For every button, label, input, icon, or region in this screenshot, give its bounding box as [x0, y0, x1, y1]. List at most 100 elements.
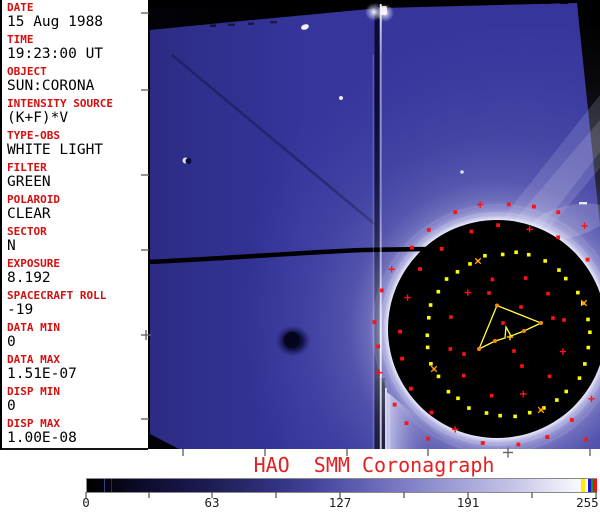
- field-label: TIME: [7, 33, 34, 46]
- yellow-ring-dot: [557, 268, 561, 272]
- field-label: TYPE-OBS: [7, 129, 60, 142]
- outer-red-ring-dot: [392, 402, 397, 407]
- inner-red-ring-dot: [546, 291, 550, 296]
- mid-red-ring-dot: [439, 246, 444, 251]
- yellow-ring-dot: [425, 345, 430, 350]
- field-value: 1.51E-07: [7, 366, 77, 382]
- mid-red-ring-dot: [496, 223, 501, 228]
- inner-red-ring-dot: [490, 277, 495, 282]
- field-value: 0: [7, 334, 16, 350]
- field-label: POLAROID: [7, 193, 60, 206]
- field-label: DATA MAX: [7, 353, 60, 366]
- metadata-field: TIME 19:23:00 UT: [7, 33, 148, 65]
- metadata-field: SPACECRAFT ROLL -19: [7, 289, 148, 321]
- metadata-field: POLAROID CLEAR: [7, 193, 148, 225]
- mid-red-ring-dot: [556, 235, 561, 240]
- field-value: SUN:CORONA: [7, 78, 95, 94]
- colorbar-tick-label: 63: [204, 495, 220, 510]
- yellow-ring-dot: [500, 252, 505, 257]
- inner-red-ring-dot: [448, 347, 453, 351]
- outer-red-ring-dot: [532, 204, 536, 209]
- coronagraph-svg: [148, 1, 600, 449]
- mid-red-ring-dot: [585, 257, 590, 262]
- colorbar-labels: 0 63 127 191 255: [0, 495, 600, 511]
- mid-red-ring-dot: [418, 267, 422, 271]
- colorbar-artifact-line: [111, 479, 112, 492]
- mid-red-ring-dot: [400, 356, 404, 361]
- metadata-field: DATA MAX 1.51E-07: [7, 353, 148, 385]
- outer-red-ring-dot: [556, 210, 561, 215]
- mid-red-ring-dot: [409, 386, 413, 391]
- field-value: 19:23:00 UT: [7, 46, 104, 62]
- yellow-ring-dot: [498, 413, 502, 418]
- inner-red-ring-dot: [462, 373, 466, 378]
- field-label: DATE: [7, 1, 34, 14]
- yellow-ring-dot: [543, 259, 547, 263]
- outer-red-ring-dot: [506, 202, 511, 207]
- field-value: GREEN: [7, 174, 51, 190]
- below-disk-streak-1: [385, 388, 387, 449]
- field-label: FILTER: [7, 161, 47, 174]
- metadata-field: DATE 15 Aug 1988: [7, 1, 148, 33]
- yellow-ring-dot: [468, 262, 472, 266]
- inner-red-dot: [512, 349, 516, 353]
- below-disk-streak-2: [388, 394, 390, 449]
- field-label: SECTOR: [7, 225, 47, 238]
- dark-dot: [185, 158, 192, 164]
- pylon-faint-line: [372, 55, 374, 449]
- field-value: CLEAR: [7, 206, 51, 222]
- yellow-ring-dot: [428, 303, 433, 307]
- mid-red-ring-dot: [570, 418, 574, 422]
- mid-red-ring-dot: [480, 441, 485, 445]
- yellow-ring-dot: [577, 376, 582, 380]
- polygon-vertex-dot: [522, 329, 526, 333]
- outer-red-ring-dot: [584, 437, 588, 442]
- field-label: DATA MIN: [7, 321, 60, 334]
- outer-red-ring-dot: [426, 227, 431, 232]
- mid-red-ring-dot: [398, 329, 402, 334]
- yellow-ring-dot: [436, 374, 441, 379]
- yellow-ring-dot: [586, 345, 591, 350]
- yellow-ring-dot: [484, 411, 489, 415]
- inner-red-ring-dot: [547, 374, 552, 379]
- inner-red-dot: [487, 291, 491, 295]
- outer-red-ring-dot: [372, 320, 377, 325]
- occulting-disk: [388, 220, 600, 438]
- inner-red-ring-dot: [523, 276, 528, 280]
- field-value: 15 Aug 1988: [7, 14, 104, 30]
- colorbar-tick-label: 255: [576, 495, 599, 510]
- yellow-ring-dot: [436, 289, 441, 294]
- yellow-ring-dot: [586, 317, 590, 322]
- inner-red-ring-dot: [562, 318, 566, 322]
- metadata-field: SECTOR N: [7, 225, 148, 257]
- field-value: (K+F)*V: [7, 110, 69, 126]
- field-label: DISP MAX: [7, 417, 60, 430]
- mid-red-ring-dot: [429, 410, 434, 415]
- outer-red-ring-dot: [410, 245, 414, 250]
- pylon-top-bloom-core: [381, 6, 387, 15]
- inner-red-dot: [519, 305, 523, 309]
- yellow-ring-dot: [583, 362, 587, 366]
- yellow-ring-dot: [427, 315, 431, 320]
- yellow-ring-dot: [456, 396, 460, 401]
- outer-red-ring-dot: [426, 436, 430, 441]
- field-label: EXPOSURE: [7, 257, 60, 270]
- pylon-bright-line: [379, 4, 382, 449]
- yellow-ring-dot: [429, 362, 433, 366]
- image-title: HAO SMM Coronagraph: [253, 453, 495, 477]
- colorbar: [86, 478, 597, 493]
- colorbar-tick-label: 127: [328, 495, 352, 510]
- outer-red-ring-dot: [376, 344, 380, 349]
- metadata-field: FILTER GREEN: [7, 161, 148, 193]
- colorbar-annotation-stripe: [581, 479, 585, 492]
- field-label: INTENSITY SOURCE: [7, 97, 113, 110]
- metadata-field: TYPE-OBS WHITE LIGHT: [7, 129, 148, 161]
- colorbar-tick-label: 0: [82, 495, 90, 510]
- dark-blob-core: [284, 332, 300, 348]
- field-value: 1.00E-08: [7, 430, 77, 446]
- inner-red-ring-dot: [449, 315, 453, 319]
- colorbar-artifact-line: [104, 479, 105, 492]
- yellow-ring-dot: [576, 290, 580, 295]
- mid-red-ring-dot: [516, 442, 521, 447]
- colorbar-tick-label: 191: [456, 495, 480, 510]
